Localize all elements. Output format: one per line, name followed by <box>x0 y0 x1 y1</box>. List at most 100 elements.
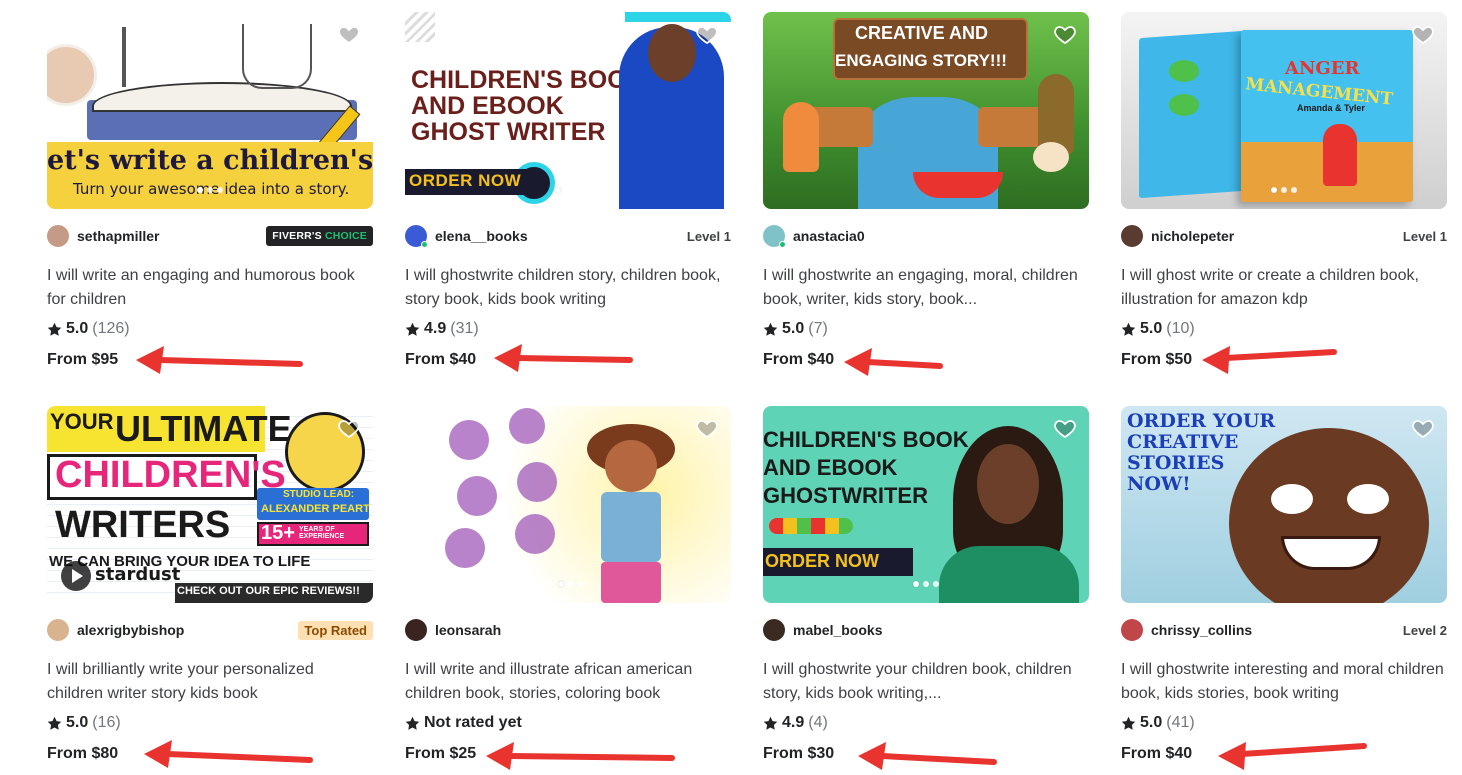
seller-name[interactable]: chrissy_collins <box>1151 622 1252 638</box>
brand-logo-text: stardust <box>95 564 181 585</box>
gig-card[interactable]: ORDER YOUR CREATIVE STORIES NOW! chrissy… <box>1121 406 1447 775</box>
avatar[interactable] <box>1121 619 1143 641</box>
seller-name[interactable]: leonsarah <box>435 622 501 638</box>
rating-score: 5.0 <box>66 320 89 337</box>
rating-score: 5.0 <box>1140 714 1163 731</box>
rating-count: (31) <box>450 320 479 337</box>
gig-title[interactable]: I will write and illustrate african amer… <box>405 658 731 706</box>
price[interactable]: From $95 <box>47 351 118 369</box>
avatar[interactable] <box>763 225 786 248</box>
gig-title[interactable]: I will brilliantly write your personaliz… <box>47 658 373 706</box>
rating: 4.9 (31) <box>405 319 479 339</box>
price[interactable]: From $80 <box>47 745 118 763</box>
avatar[interactable] <box>1121 225 1143 247</box>
caterpillar-illustration <box>769 518 853 534</box>
rating-score: 5.0 <box>66 714 89 731</box>
avatar[interactable] <box>763 619 785 641</box>
annotation-arrow <box>1202 346 1337 374</box>
heart-icon[interactable] <box>1411 22 1435 46</box>
carousel-dots[interactable] <box>1271 187 1297 193</box>
rating: 5.0 (126) <box>47 319 130 339</box>
gig-title[interactable]: I will ghostwrite an engaging, moral, ch… <box>763 264 1089 312</box>
gig-card[interactable]: YOUR ULTIMATE CHILDREN'S WRITERS STUDIO … <box>47 406 373 775</box>
carousel-dots[interactable] <box>197 187 223 193</box>
carousel-dots[interactable] <box>558 581 584 587</box>
gig-thumbnail[interactable]: ANGER MANAGEMENT Amanda & Tyler <box>1121 12 1447 209</box>
sketch-head <box>515 514 555 554</box>
thumbnail-headline: ANGER <box>1285 58 1360 79</box>
studio-lead-label: STUDIO LEAD: <box>283 489 355 500</box>
gig-card[interactable]: et's write a children's book! Turn your … <box>47 12 373 382</box>
rating-score: Not rated yet <box>424 714 522 731</box>
avatar[interactable] <box>47 619 69 641</box>
gig-card[interactable]: leonsarah I will write and illustrate af… <box>405 406 731 775</box>
seller-row: chrissy_collins Level 2 <box>1121 617 1447 643</box>
gig-title[interactable]: I will ghostwrite your children book, ch… <box>763 658 1089 706</box>
seller-name[interactable]: alexrigbybishop <box>77 622 184 638</box>
thumbnail-headline-2: AND EBOOK <box>411 92 564 120</box>
heart-icon[interactable] <box>337 22 361 46</box>
star-icon <box>1121 322 1136 336</box>
thumbnail-headline-accent: ULTIMATE <box>115 408 292 449</box>
seller-row: nicholepeter Level 1 <box>1121 223 1447 249</box>
thumbnail-headline-3: GHOSTWRITER <box>763 483 928 508</box>
years-label: YEARS OF EXPERIENCE <box>299 526 345 541</box>
heart-icon[interactable] <box>695 416 719 440</box>
seller-row: elena__books Level 1 <box>405 223 731 249</box>
gig-thumbnail[interactable]: CHILDREN'S BOOK AND EBOOK GHOST WRITER O… <box>405 12 731 209</box>
heart-icon[interactable] <box>695 22 719 46</box>
gig-card[interactable]: ANGER MANAGEMENT Amanda & Tyler nicholep… <box>1121 12 1447 382</box>
gig-thumbnail[interactable]: CHILDREN'S BOOK AND EBOOK GHOSTWRITER OR… <box>763 406 1089 603</box>
gig-card[interactable]: CHILDREN'S BOOK AND EBOOK GHOST WRITER O… <box>405 12 731 382</box>
gig-thumbnail[interactable] <box>405 406 731 603</box>
thumbnail-authors: Amanda & Tyler <box>1297 103 1365 113</box>
reviews-callout: CHECK OUT OUR EPIC REVIEWS!! <box>177 585 360 597</box>
seller-name[interactable]: sethapmiller <box>77 228 159 244</box>
annotation-arrow <box>1218 742 1367 770</box>
gig-thumbnail[interactable]: CREATIVE AND ENGAGING STORY!!! <box>763 12 1089 209</box>
boat-illustration <box>913 172 1003 198</box>
heart-icon[interactable] <box>337 416 361 440</box>
heart-icon[interactable] <box>1411 416 1435 440</box>
price[interactable]: From $40 <box>763 351 834 369</box>
avatar[interactable] <box>405 619 427 641</box>
gig-title[interactable]: I will ghostwrite interesting and moral … <box>1121 658 1447 706</box>
gig-card[interactable]: CREATIVE AND ENGAGING STORY!!! anastacia… <box>763 12 1089 382</box>
annotation-arrow <box>844 348 943 376</box>
carousel-dots[interactable] <box>913 581 939 587</box>
writer-face <box>977 444 1039 524</box>
rating-score: 5.0 <box>1140 320 1163 337</box>
price[interactable]: From $25 <box>405 745 476 763</box>
ship-sketch <box>242 24 312 89</box>
gig-title[interactable]: I will ghostwrite children story, childr… <box>405 264 731 312</box>
price[interactable]: From $40 <box>405 351 476 369</box>
price[interactable]: From $30 <box>763 745 834 763</box>
gig-thumbnail[interactable]: YOUR ULTIMATE CHILDREN'S WRITERS STUDIO … <box>47 406 373 603</box>
gig-title[interactable]: I will ghost write or create a children … <box>1121 264 1447 312</box>
carousel-dots[interactable] <box>555 187 581 193</box>
avatar[interactable] <box>405 225 428 248</box>
thumbnail-headline: YOUR <box>50 409 114 434</box>
star-icon <box>763 322 778 336</box>
gig-title[interactable]: I will write an engaging and humorous bo… <box>47 264 373 312</box>
thumbnail-headline-4: NOW! <box>1127 473 1191 495</box>
heart-icon[interactable] <box>1053 22 1077 46</box>
rating-score: 4.9 <box>424 320 447 337</box>
seller-name[interactable]: anastacia0 <box>793 228 865 244</box>
heart-icon[interactable] <box>1053 416 1077 440</box>
studio-lead-name: ALEXANDER PEART <box>261 503 370 515</box>
seller-name[interactable]: mabel_books <box>793 622 882 638</box>
rating: 4.9 (4) <box>763 713 828 733</box>
gig-thumbnail[interactable]: et's write a children's book! Turn your … <box>47 12 373 209</box>
price[interactable]: From $50 <box>1121 351 1192 369</box>
seller-name[interactable]: nicholepeter <box>1151 228 1234 244</box>
seller-name[interactable]: elena__books <box>435 228 528 244</box>
rating-count: (10) <box>1166 320 1195 337</box>
gig-grid: et's write a children's book! Turn your … <box>0 0 1462 775</box>
order-now-label: ORDER NOW <box>765 551 879 571</box>
gig-card[interactable]: CHILDREN'S BOOK AND EBOOK GHOSTWRITER OR… <box>763 406 1089 775</box>
writer-shirt <box>939 546 1079 603</box>
gig-thumbnail[interactable]: ORDER YOUR CREATIVE STORIES NOW! <box>1121 406 1447 603</box>
price[interactable]: From $40 <box>1121 745 1192 763</box>
avatar[interactable] <box>47 225 69 247</box>
